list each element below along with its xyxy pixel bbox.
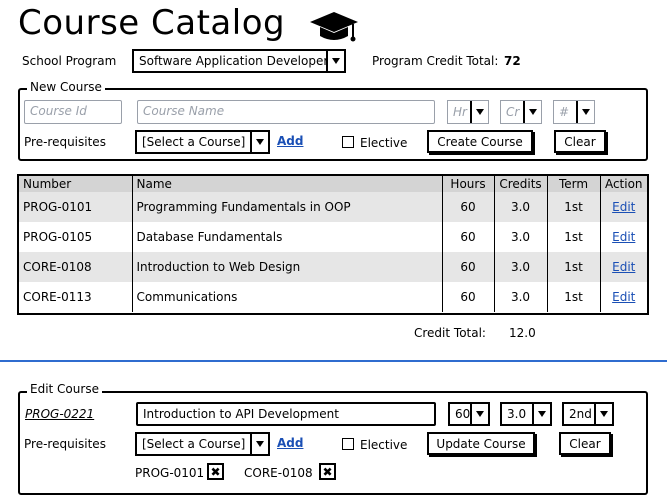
clear-button[interactable]: Clear <box>554 130 606 153</box>
courses-table: Number Name Hours Credits Term Action PR… <box>17 174 649 315</box>
edit-prereq-select-value: [Select a Course] <box>142 437 246 451</box>
term-select[interactable]: # <box>553 100 595 124</box>
school-program-select[interactable]: Software Application Developer <box>132 49 346 73</box>
chevron-down-icon <box>532 404 550 424</box>
credits-placeholder: Cr <box>506 105 520 119</box>
school-program-value: Software Application Developer <box>139 54 326 68</box>
edit-course-name-input[interactable]: Introduction to API Development <box>136 402 436 426</box>
cell-hours: 60 <box>442 192 495 222</box>
cell-credits: 3.0 <box>494 192 548 222</box>
edit-course-id-link[interactable]: PROG-0221 <box>25 406 94 422</box>
cell-hours: 60 <box>442 282 495 312</box>
school-program-label: School Program <box>22 54 117 68</box>
table-row: PROG-0105 Database Fundamentals 60 3.0 1… <box>19 222 647 252</box>
chevron-down-icon <box>250 434 268 454</box>
edit-course-legend: Edit Course <box>27 382 102 396</box>
table-header-row: Number Name Hours Credits Term Action <box>19 176 647 192</box>
prereq-chip-label: PROG-0101 <box>135 466 205 480</box>
prereq-chip-label: CORE-0108 <box>244 466 313 480</box>
hours-placeholder: Hr <box>453 105 467 119</box>
prereq-select[interactable]: [Select a Course] <box>135 130 270 154</box>
edit-prereq-select[interactable]: [Select a Course] <box>135 432 270 456</box>
elective-checkbox[interactable] <box>342 136 354 148</box>
edit-link[interactable]: Edit <box>612 230 635 244</box>
program-credit-total-label: Program Credit Total: <box>372 54 499 68</box>
cell-term: 1st <box>547 222 601 252</box>
edit-term-select[interactable]: 2nd <box>562 402 614 426</box>
course-name-placeholder: Course Name <box>143 104 225 118</box>
column-header-term: Term <box>547 176 601 192</box>
cell-number: CORE-0108 <box>19 252 133 282</box>
edit-link[interactable]: Edit <box>612 200 635 214</box>
column-header-hours: Hours <box>442 176 495 192</box>
edit-credits-select[interactable]: 3.0 <box>500 402 552 426</box>
cell-name: Introduction to Web Design <box>132 252 443 282</box>
chevron-down-icon <box>523 101 541 123</box>
cell-credits: 3.0 <box>494 252 548 282</box>
edit-elective-label: Elective <box>360 438 408 452</box>
column-header-number: Number <box>19 176 133 192</box>
create-course-button[interactable]: Create Course <box>427 130 533 153</box>
cell-credits: 3.0 <box>494 222 548 252</box>
edit-term-value: 2nd <box>569 407 592 421</box>
table-row: CORE-0108 Introduction to Web Design 60 … <box>19 252 647 282</box>
cell-name: Programming Fundamentals in OOP <box>132 192 443 222</box>
edit-link[interactable]: Edit <box>612 290 635 304</box>
chevron-down-icon <box>576 101 594 123</box>
credits-select[interactable]: Cr <box>500 100 542 124</box>
prereq-label: Pre-requisites <box>24 135 106 149</box>
remove-x-icon[interactable]: ✖ <box>319 463 336 480</box>
term-placeholder: # <box>559 105 570 119</box>
section-divider <box>0 360 667 362</box>
chevron-down-icon <box>470 101 488 123</box>
hours-select[interactable]: Hr <box>447 100 489 124</box>
edit-prereq-label: Pre-requisites <box>24 437 106 451</box>
elective-label: Elective <box>360 136 408 150</box>
cell-name: Communications <box>132 282 443 312</box>
update-course-button[interactable]: Update Course <box>427 432 535 455</box>
prereq-select-value: [Select a Course] <box>142 135 246 149</box>
edit-elective-checkbox[interactable] <box>342 438 354 450</box>
table-row: CORE-0113 Communications 60 3.0 1st Edit <box>19 282 647 312</box>
graduation-cap-icon <box>310 12 358 42</box>
edit-link[interactable]: Edit <box>612 260 635 274</box>
column-header-credits: Credits <box>494 176 548 192</box>
credit-total-value: 12.0 <box>509 326 536 340</box>
edit-credits-value: 3.0 <box>507 407 527 421</box>
chevron-down-icon <box>470 404 488 424</box>
remove-x-icon[interactable]: ✖ <box>207 463 224 480</box>
cell-number: CORE-0113 <box>19 282 133 312</box>
course-name-input[interactable]: Course Name <box>137 100 435 124</box>
add-prereq-link[interactable]: Add <box>277 134 303 148</box>
cell-number: PROG-0105 <box>19 222 133 252</box>
cell-term: 1st <box>547 282 601 312</box>
edit-add-prereq-link[interactable]: Add <box>277 436 303 450</box>
table-row: PROG-0101 Programming Fundamentals in OO… <box>19 192 647 222</box>
cell-number: PROG-0101 <box>19 192 133 222</box>
cell-hours: 60 <box>442 222 495 252</box>
program-credit-total-value: 72 <box>504 54 521 68</box>
cell-term: 1st <box>547 192 601 222</box>
edit-clear-button[interactable]: Clear <box>559 432 611 455</box>
column-header-action: Action <box>600 176 647 192</box>
course-id-placeholder: Course Id <box>30 104 87 118</box>
chevron-down-icon <box>250 132 268 152</box>
page-title: Course Catalog <box>18 3 286 43</box>
column-header-name: Name <box>132 176 443 192</box>
course-id-input[interactable]: Course Id <box>24 100 122 124</box>
chevron-down-icon <box>326 51 344 71</box>
credit-total-label: Credit Total: <box>414 326 486 340</box>
edit-hours-select[interactable]: 60 <box>448 402 490 426</box>
edit-hours-value: 60 <box>455 407 470 421</box>
cell-credits: 3.0 <box>494 282 548 312</box>
edit-course-name-value: Introduction to API Development <box>143 407 339 421</box>
new-course-legend: New Course <box>27 80 105 94</box>
cell-term: 1st <box>547 252 601 282</box>
cell-hours: 60 <box>442 252 495 282</box>
cell-name: Database Fundamentals <box>132 222 443 252</box>
chevron-down-icon <box>594 404 612 424</box>
